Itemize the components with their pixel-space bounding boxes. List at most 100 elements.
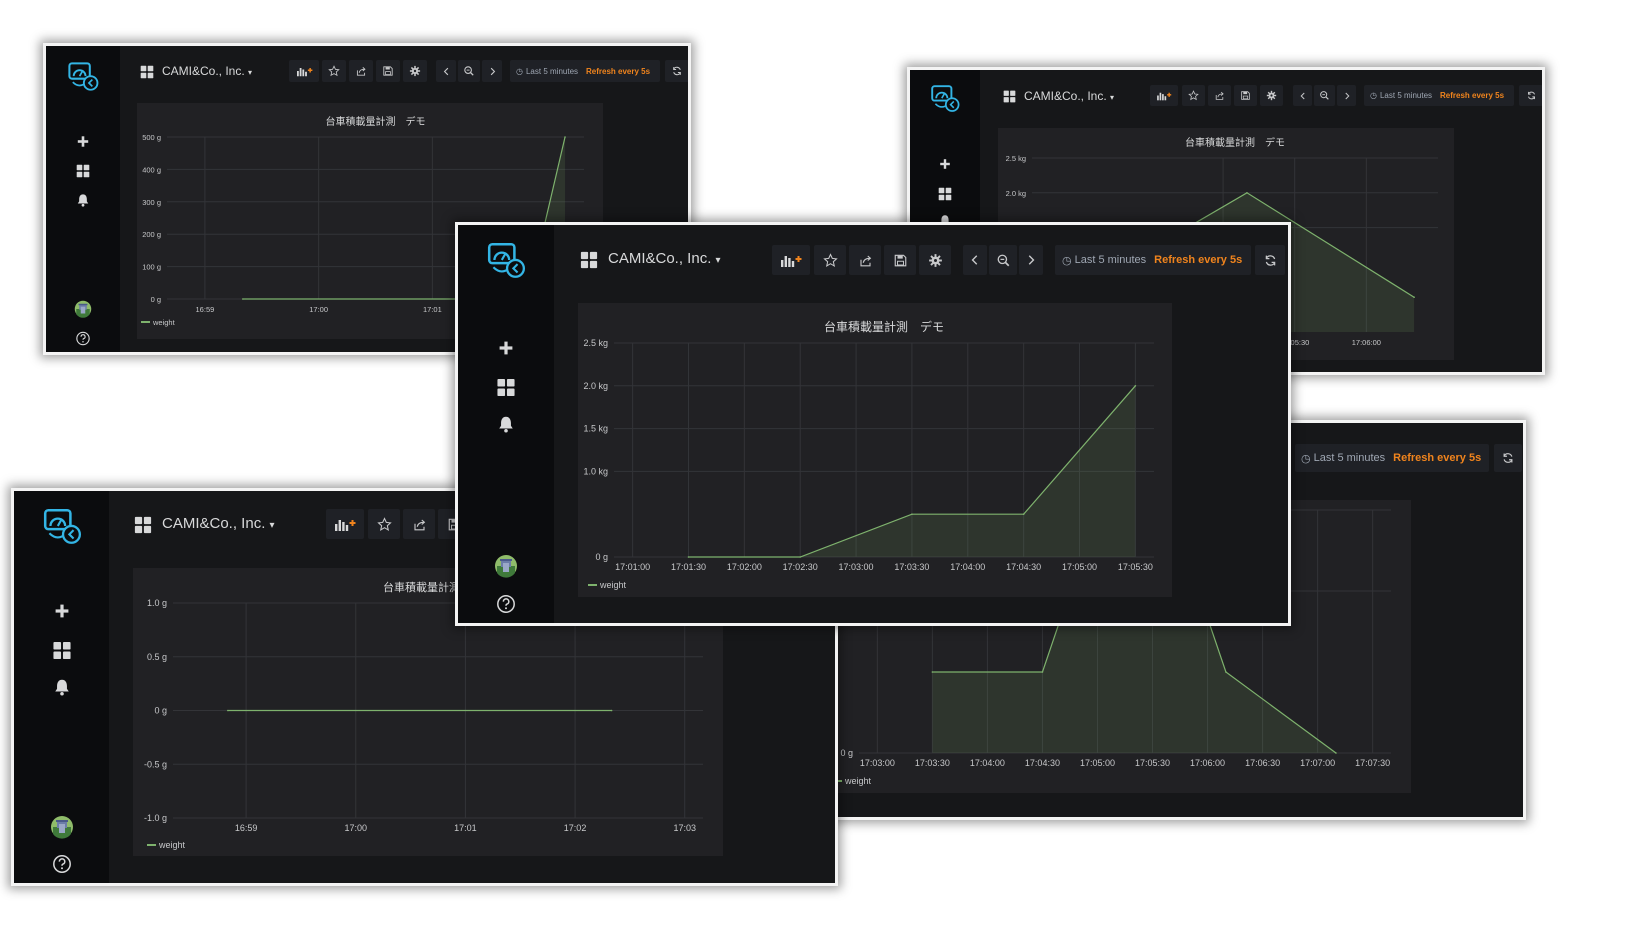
- add-panel-button[interactable]: [289, 60, 319, 82]
- save-button[interactable]: [1234, 85, 1257, 106]
- save-button[interactable]: [884, 245, 916, 275]
- help-icon[interactable]: [76, 331, 91, 346]
- dashboard-title[interactable]: CAMI&Co., Inc. ▾: [608, 250, 721, 267]
- bell-icon[interactable]: [76, 193, 90, 207]
- legend-label[interactable]: weight: [152, 318, 176, 327]
- time-forward-button[interactable]: [1019, 245, 1043, 275]
- refresh-icon: [1526, 90, 1537, 101]
- dashboards-icon[interactable]: [938, 187, 952, 201]
- zoom-out-button[interactable]: [1314, 85, 1335, 106]
- settings-button[interactable]: [919, 245, 951, 275]
- clock-icon: ◷: [1370, 91, 1377, 100]
- x-tick-label: 17:03:30: [915, 758, 950, 768]
- grafana-logo-icon[interactable]: [66, 60, 100, 94]
- x-tick-label: 17:04:30: [1025, 758, 1060, 768]
- settings-button[interactable]: [403, 60, 427, 82]
- refresh-button[interactable]: [665, 60, 688, 82]
- plus-icon[interactable]: [77, 135, 90, 148]
- data-point: [799, 556, 802, 558]
- dashboards-icon[interactable]: [76, 164, 90, 178]
- time-back-button[interactable]: [963, 245, 987, 275]
- chevron-right-icon: [487, 66, 498, 77]
- time-picker[interactable]: ◷ Last 5 minutes Refresh every 5s: [510, 60, 660, 82]
- dashboard-title[interactable]: CAMI&Co., Inc. ▾: [162, 515, 275, 532]
- avatar[interactable]: [74, 300, 92, 318]
- time-picker[interactable]: ◷ Last 5 minutes Refresh every 5s: [1295, 444, 1489, 472]
- add-panel-button[interactable]: [1150, 85, 1178, 106]
- dashboards-icon[interactable]: [52, 641, 71, 660]
- refresh-button[interactable]: [1519, 85, 1542, 106]
- grafana-logo-icon[interactable]: [485, 240, 527, 282]
- data-point: [227, 709, 229, 712]
- time-back-button[interactable]: [436, 60, 456, 82]
- chevron-left-icon: [441, 66, 452, 77]
- time-range-label: Last 5 minutes: [1379, 91, 1433, 100]
- data-point: [242, 298, 244, 300]
- x-tick-label: 17:03: [673, 823, 696, 833]
- help-icon[interactable]: [52, 854, 72, 874]
- time-picker[interactable]: ◷ Last 5 minutes Refresh every 5s: [1055, 245, 1251, 275]
- grafana-logo-icon[interactable]: [41, 506, 83, 548]
- refresh-button[interactable]: [1494, 444, 1522, 472]
- dashboard-title[interactable]: CAMI&Co., Inc. ▾: [162, 64, 252, 78]
- y-tick-label: 0 g: [595, 552, 608, 562]
- x-tick-label: 17:01: [423, 305, 442, 314]
- data-point: [931, 671, 934, 673]
- share-icon: [858, 253, 873, 268]
- add-panel-button[interactable]: [326, 509, 364, 539]
- help-icon[interactable]: [496, 594, 516, 614]
- bell-icon[interactable]: [53, 678, 71, 696]
- add-panel-button[interactable]: [772, 245, 810, 275]
- data-point: [1225, 671, 1227, 673]
- zoom-out-button[interactable]: [458, 60, 480, 82]
- x-tick-label: 17:07:00: [1300, 758, 1335, 768]
- y-tick-label: -0.5 g: [144, 759, 167, 769]
- star-button[interactable]: [368, 509, 400, 539]
- legend-label[interactable]: weight: [599, 580, 627, 590]
- y-tick-label: 400 g: [142, 165, 161, 174]
- share-button[interactable]: [403, 509, 435, 539]
- chevron-left-icon: [968, 253, 982, 267]
- time-forward-button[interactable]: [1337, 85, 1356, 106]
- x-tick-label: 17:01: [454, 823, 477, 833]
- bell-icon[interactable]: [497, 415, 515, 433]
- y-tick-label: 0 g: [151, 295, 161, 304]
- legend-label[interactable]: weight: [158, 840, 186, 850]
- gear-icon: [928, 253, 943, 268]
- y-tick-label: 2.5 kg: [583, 338, 608, 348]
- clock-icon: ◷: [516, 66, 523, 76]
- avatar[interactable]: [50, 815, 74, 839]
- star-button[interactable]: [814, 245, 846, 275]
- save-button[interactable]: [376, 60, 400, 82]
- plus-icon[interactable]: [54, 603, 70, 619]
- time-forward-button[interactable]: [482, 60, 502, 82]
- legend-label[interactable]: weight: [844, 776, 872, 786]
- share-button[interactable]: [849, 245, 881, 275]
- grafana-logo-icon[interactable]: [929, 83, 961, 115]
- share-button[interactable]: [349, 60, 373, 82]
- dashboards-icon[interactable]: [497, 378, 516, 397]
- plus-icon[interactable]: [498, 340, 514, 356]
- chevron-down-icon: ▾: [269, 520, 275, 531]
- avatar[interactable]: [494, 554, 518, 578]
- star-button[interactable]: [322, 60, 346, 82]
- add-panel-icon: [780, 252, 802, 268]
- data-point: [1413, 296, 1415, 298]
- gear-icon: [409, 65, 421, 77]
- star-button[interactable]: [1182, 85, 1205, 106]
- x-tick-label: 17:01:00: [615, 562, 650, 572]
- dashboard-title[interactable]: CAMI&Co., Inc. ▾: [1024, 89, 1114, 103]
- plus-icon[interactable]: [939, 158, 951, 170]
- data-point: [564, 136, 566, 138]
- x-tick-label: 17:04:00: [950, 562, 985, 572]
- zoom-out-button[interactable]: [989, 245, 1017, 275]
- y-tick-label: 2.5 kg: [1006, 154, 1026, 163]
- refresh-button[interactable]: [1255, 245, 1285, 275]
- time-picker[interactable]: ◷ Last 5 minutes Refresh every 5s: [1364, 85, 1514, 106]
- share-button[interactable]: [1208, 85, 1231, 106]
- add-panel-icon: [1156, 90, 1172, 101]
- settings-button[interactable]: [1260, 85, 1283, 106]
- graph-panel[interactable]: 台車積載量計測 デモ 0 g 1.0 kg 1.5 kg 2.0 kg 2.5 kg 17:…: [578, 303, 1172, 597]
- time-back-button[interactable]: [1293, 85, 1312, 106]
- data-point: [1246, 192, 1248, 194]
